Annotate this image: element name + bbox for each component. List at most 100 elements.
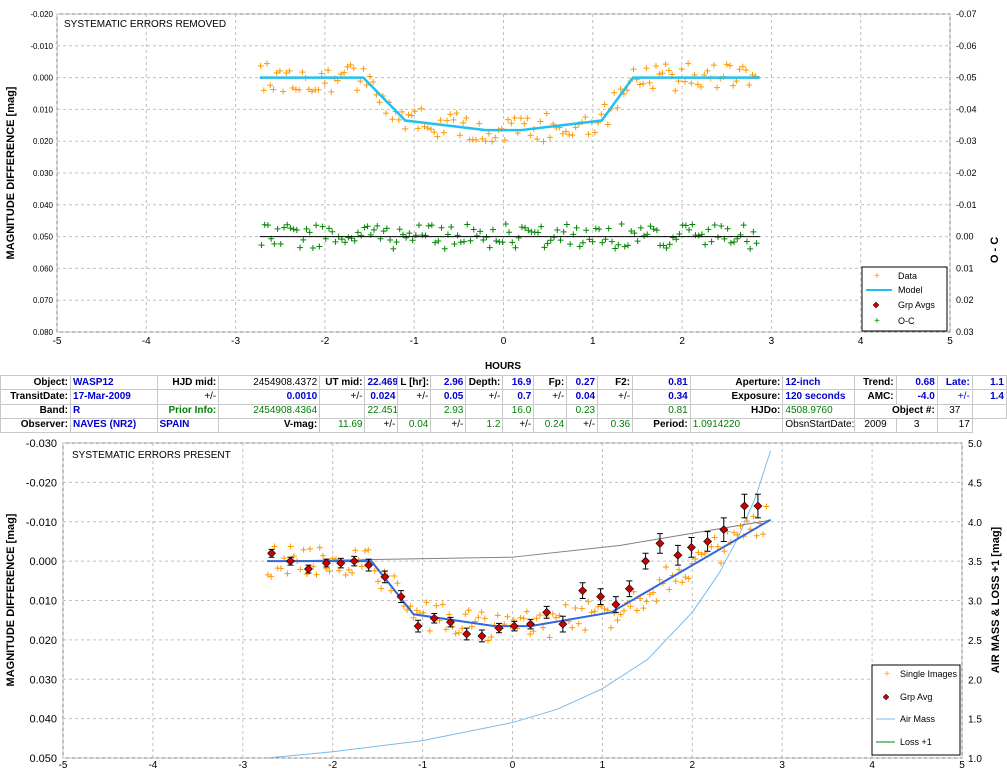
- svg-text:+: +: [874, 271, 880, 282]
- pm-label: +/-: [156, 389, 220, 405]
- x-tick-label: -3: [238, 760, 247, 768]
- x-tick-label: -2: [320, 336, 329, 347]
- x-tick-label: 0: [501, 336, 507, 347]
- depth-err: 0.7: [502, 389, 535, 405]
- x-tick-label: 2: [679, 336, 685, 347]
- y2-tick-label: 2.5: [968, 636, 982, 647]
- top-xlabel: HOURS: [485, 361, 521, 372]
- aperture-label: Aperture:: [689, 374, 784, 391]
- obs-start-day: 17: [936, 417, 973, 434]
- y2-tick-label: 4.0: [968, 518, 982, 529]
- x-tick-label: -4: [142, 336, 151, 347]
- pm-label: +/-: [364, 417, 399, 434]
- y2-tick-label: 4.5: [968, 478, 982, 489]
- info-row-4: Observer: NAVES (NR2) SPAIN V-mag: 11.69…: [0, 417, 1007, 434]
- y-tick-label: -0.020: [26, 477, 57, 489]
- y-tick-label: 0.010: [29, 596, 57, 608]
- y-tick-label: -0.010: [26, 517, 57, 529]
- info-row-2: TransitDate: 17-Mar-2009 +/- 0.0010 +/- …: [0, 389, 1007, 405]
- late-label: Late:: [936, 374, 973, 391]
- y2-tick-label: -0.04: [956, 104, 977, 114]
- ut-mid-label: UT mid:: [319, 374, 366, 391]
- y2-tick-label: 0.03: [956, 327, 974, 337]
- object-label: Object:: [0, 374, 72, 391]
- prior-hjd: 2454908.4364: [218, 403, 321, 419]
- x-tick-label: -5: [59, 760, 68, 768]
- late-value: 1.1: [971, 374, 1007, 391]
- y2-tick-label: 5.0: [968, 439, 982, 450]
- period-label: Period:: [632, 417, 691, 434]
- late-err: 1.4: [971, 389, 1007, 405]
- y2-tick-label: 1.5: [968, 715, 982, 726]
- y-tick-label: -0.020: [30, 10, 53, 19]
- bottom-chart: SYSTEMATIC ERRORS PRESENT -5 -4 -3 -2 -1 0 1 2 3…: [5, 438, 1002, 768]
- depth-value: 16.9: [502, 374, 535, 391]
- trend-label: Trend:: [854, 374, 897, 391]
- legend-grp-avg: Grp Avg: [900, 692, 932, 702]
- y-tick-label: 0.050: [33, 233, 54, 242]
- x-tick-label: 3: [769, 336, 775, 347]
- transit-label: TransitDate:: [0, 389, 72, 405]
- l-hr-value: 2.96: [430, 374, 467, 391]
- y2-tick-label: -0.02: [956, 168, 977, 178]
- pm-label: +/-: [502, 417, 535, 434]
- top-y2label: O - C: [989, 237, 1001, 263]
- legend-oc: O-C: [898, 316, 915, 326]
- f2-err-prior: 0.36: [597, 417, 634, 434]
- l-err: 0.05: [430, 389, 467, 405]
- exposure-value: 120 seconds: [782, 389, 856, 405]
- location-value: SPAIN: [156, 417, 220, 434]
- legend-loss: Loss +1: [900, 737, 932, 747]
- x-tick-label: 1: [590, 336, 596, 347]
- top-chart-title: SYSTEMATIC ERRORS REMOVED: [64, 19, 226, 30]
- legend-model: Model: [898, 285, 923, 295]
- amc-value: -4.0: [895, 389, 938, 405]
- transit-value: 17-Mar-2009: [70, 389, 158, 405]
- hjd-mid-value: 2454908.4372: [218, 374, 321, 391]
- y-tick-label: 0.060: [33, 264, 54, 273]
- y-tick-label: 0.000: [29, 556, 57, 568]
- x-tick-label: 1: [600, 760, 606, 768]
- x-tick-label: 2: [690, 760, 696, 768]
- x-tick-label: 4: [858, 336, 864, 347]
- y2-tick-label: -0.07: [956, 9, 977, 19]
- band-label: Band:: [0, 403, 72, 419]
- y2-tick-label: 3.5: [968, 557, 982, 568]
- x-tick-label: -1: [410, 336, 419, 347]
- pm-label: +/-: [430, 417, 467, 434]
- x-tick-label: -2: [328, 760, 337, 768]
- top-ylabel: MAGNITUDE DIFFERENCE [mag]: [5, 86, 17, 259]
- y2-tick-label: 0.02: [956, 295, 974, 305]
- y-tick-label: 0.040: [29, 714, 57, 726]
- x-tick-label: 5: [947, 336, 953, 347]
- x-tick-label: -1: [418, 760, 427, 768]
- y-tick-label: 0.030: [29, 674, 57, 686]
- pm-label: +/-: [319, 389, 366, 405]
- y-tick-label: 0.020: [33, 137, 54, 146]
- band-value: R: [70, 403, 158, 419]
- y-tick-label: 0.070: [33, 296, 54, 305]
- y2-tick-label: -0.06: [956, 41, 977, 51]
- svg-text:+: +: [874, 316, 880, 327]
- f2-label: F2:: [597, 374, 634, 391]
- observer-value: NAVES (NR2): [70, 417, 158, 434]
- y-tick-label: 0.020: [29, 635, 57, 647]
- y2-tick-label: -0.05: [956, 73, 977, 83]
- y-tick-label: -0.030: [26, 438, 57, 450]
- bottom-chart-title: SYSTEMATIC ERRORS PRESENT: [72, 450, 231, 461]
- y-tick-label: 0.050: [29, 753, 57, 765]
- legend-air-mass: Air Mass: [900, 714, 936, 724]
- top-legend: + Data Model Grp Avgs + O-C: [861, 266, 948, 332]
- y2-tick-label: -0.03: [956, 136, 977, 146]
- hjd-mid-label: HJD mid:: [156, 374, 220, 391]
- ut-mid-value: 22.469: [364, 374, 399, 391]
- prior-info-label: Prior Info:: [156, 403, 220, 419]
- pm-label: +/-: [533, 389, 568, 405]
- pm-label: +/-: [397, 389, 432, 405]
- pm-label: +/-: [566, 417, 599, 434]
- legend-single-images: Single Images: [900, 669, 958, 679]
- pm-label: +/-: [597, 389, 634, 405]
- info-row-3: Band: R Prior Info: 2454908.4364 22.451 …: [0, 403, 1007, 419]
- hjdo-value: 4508.9760: [782, 403, 856, 419]
- x-tick-label: 5: [959, 760, 965, 768]
